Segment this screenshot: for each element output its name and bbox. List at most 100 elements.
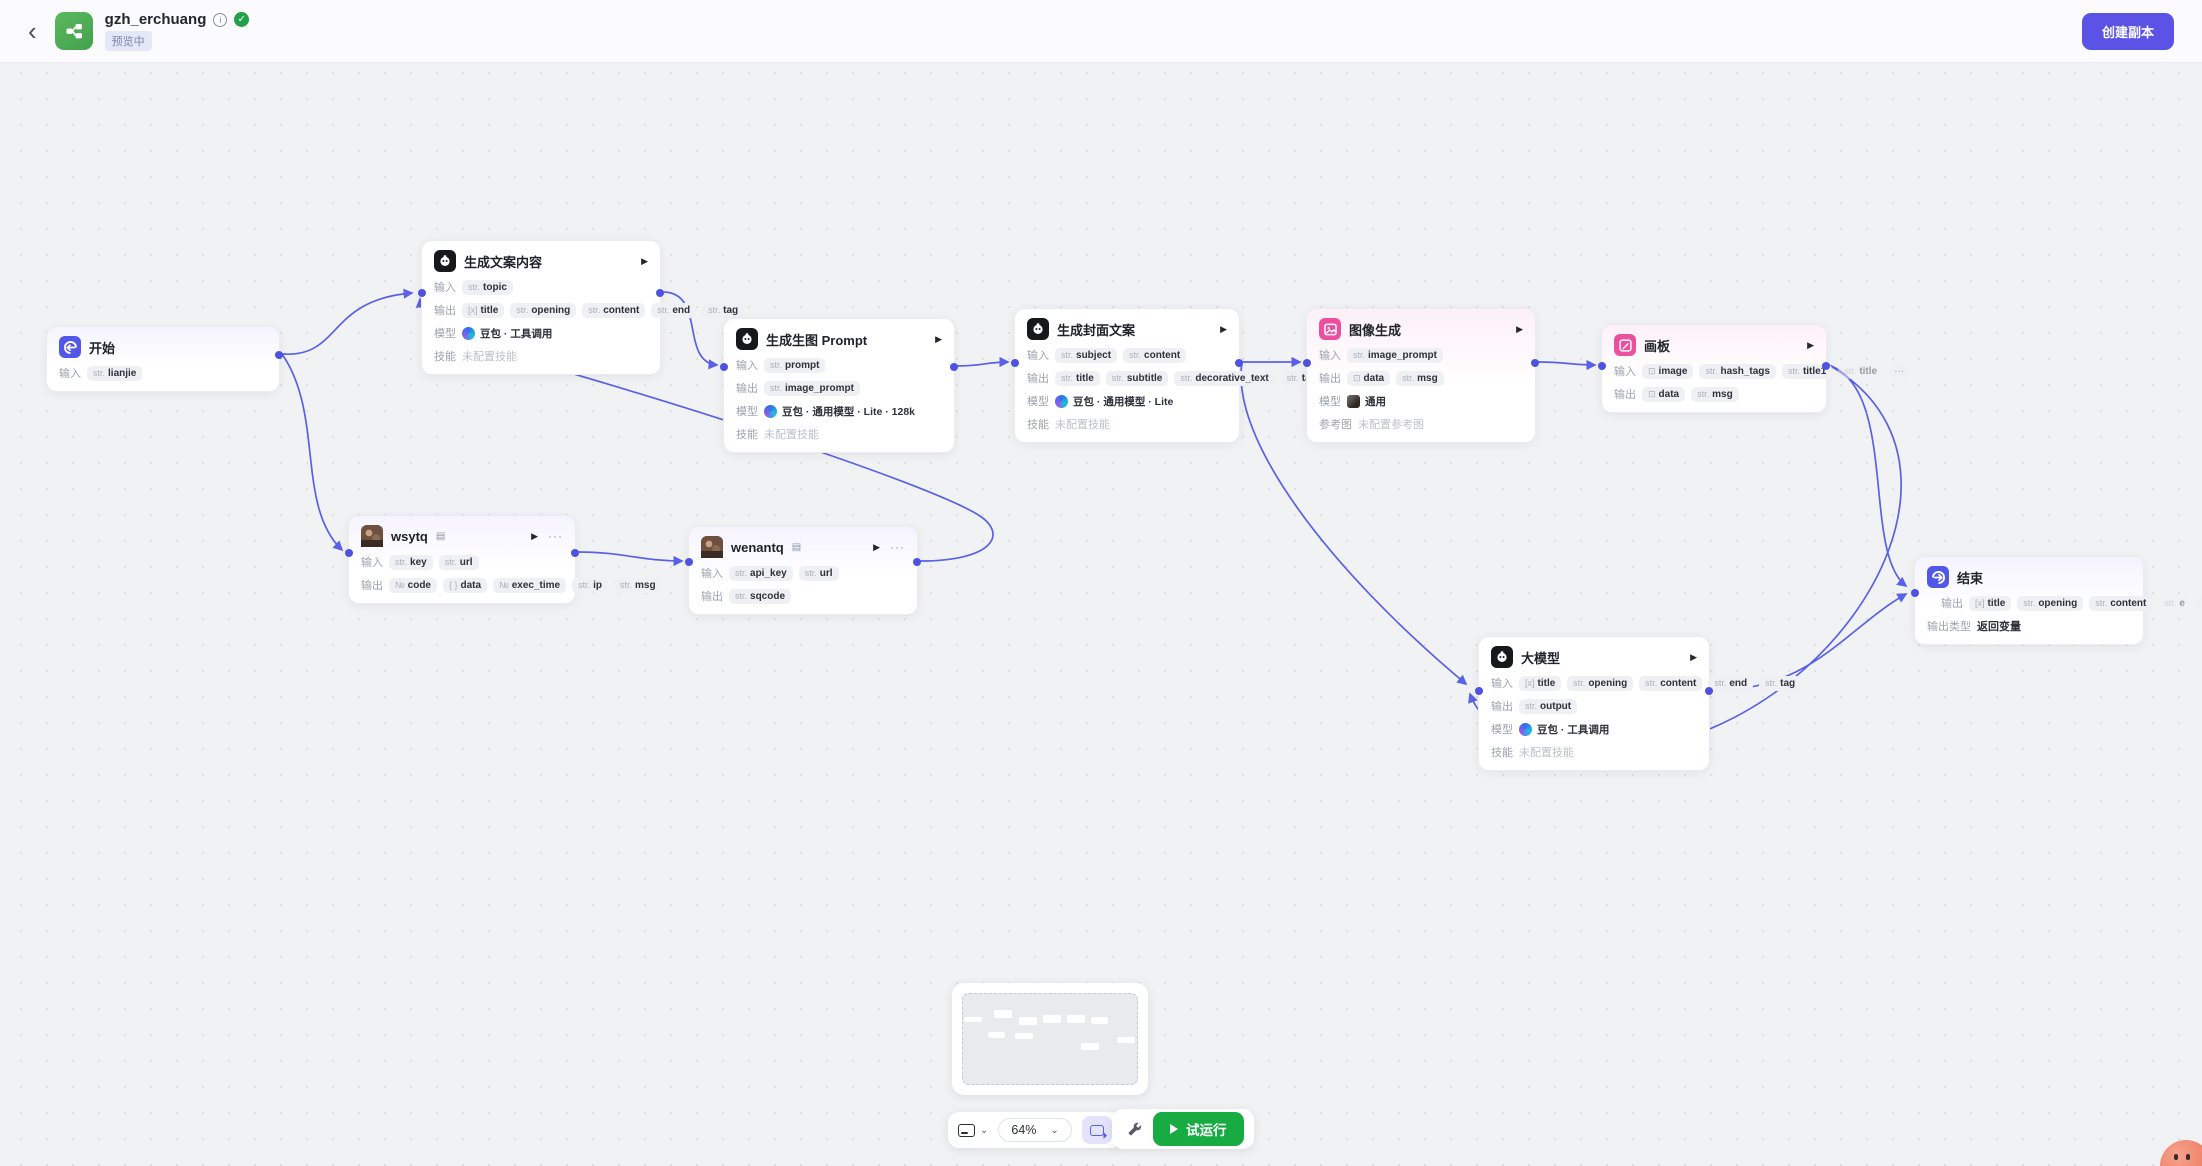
input-port[interactable]	[1911, 589, 1919, 597]
row-label: 输出	[736, 380, 758, 396]
create-copy-button[interactable]: 创建副本	[2082, 13, 2174, 50]
run-button[interactable]: 试运行	[1153, 1112, 1244, 1146]
param-tag-msg: str.msg	[1396, 371, 1444, 386]
input-port[interactable]	[685, 558, 693, 566]
minimap-node	[1081, 1043, 1099, 1050]
plugin-badge-icon: ▤	[792, 542, 801, 553]
node-menu-button[interactable]: ···	[548, 529, 563, 543]
node-header: wenantq▤▶···	[701, 536, 905, 558]
node-run-button[interactable]: ▶	[1690, 652, 1697, 663]
edge-imgprompt-to-cover[interactable]	[957, 362, 1008, 366]
tools-button[interactable]	[1126, 1121, 1143, 1138]
node-run-button[interactable]: ▶	[873, 542, 880, 553]
type-icon: ⊡	[1353, 373, 1361, 384]
node-row: 模型豆包 · 工具调用	[434, 325, 648, 341]
node-copywriting[interactable]: 生成文案内容▶输入str.topic输出[x]titlestr.openings…	[421, 240, 661, 375]
input-port[interactable]	[1598, 362, 1606, 370]
edge-start-to-copywriting[interactable]	[282, 293, 412, 354]
row-label: 模型	[736, 403, 758, 419]
output-port[interactable]	[275, 351, 283, 359]
output-port[interactable]	[913, 558, 921, 566]
workflow-app-icon	[55, 12, 93, 50]
param-name: lianjie	[108, 368, 136, 379]
param-name: title	[1076, 373, 1094, 384]
node-wenantq[interactable]: wenantq▤▶···输入str.api_keystr.url输出str.sq…	[688, 526, 918, 615]
node-menu-button[interactable]: ···	[890, 540, 905, 554]
node-run-button[interactable]: ▶	[1516, 324, 1523, 335]
view-toolbar: ⌄ 64% ⌄	[948, 1112, 1122, 1148]
node-header: wsytq▤▶···	[361, 525, 563, 547]
param-name: msg	[1417, 373, 1438, 384]
param-name: output	[1540, 701, 1571, 712]
node-board[interactable]: 画板▶输入⊡imagestr.hash_tagsstr.title1str.ti…	[1601, 324, 1827, 413]
node-run-button[interactable]: ▶	[1807, 340, 1814, 351]
input-port[interactable]	[345, 549, 353, 557]
node-run-button[interactable]: ▶	[641, 256, 648, 267]
input-port[interactable]	[1011, 359, 1019, 367]
node-end[interactable]: 结束输出[x]titlestr.openingstr.contentstr.e·…	[1914, 556, 2144, 645]
param-name: decorative_text	[1195, 373, 1268, 384]
node-start[interactable]: 开始输入str.lianjie	[46, 326, 280, 392]
minimap-node	[1067, 1015, 1085, 1023]
output-port[interactable]	[1531, 359, 1539, 367]
info-icon[interactable]: i	[213, 13, 227, 27]
param-name: content	[1144, 350, 1180, 361]
node-row: 输出⊡datastr.msg	[1614, 386, 1814, 402]
input-port[interactable]	[1475, 687, 1483, 695]
type-icon: str.	[578, 580, 590, 590]
node-cover[interactable]: 生成封面文案▶输入str.subjectstr.content输出str.tit…	[1014, 308, 1240, 443]
node-run-button[interactable]: ▶	[1220, 324, 1227, 335]
param-name: image	[1659, 366, 1688, 377]
type-icon: str.	[620, 580, 632, 590]
row-label: 输出	[1941, 595, 1963, 611]
param-tag-content: str.content	[1123, 348, 1186, 363]
edge-imagegen-to-board[interactable]	[1538, 362, 1595, 365]
param-name: tag	[1780, 678, 1795, 689]
node-row: 模型豆包 · 工具调用	[1491, 721, 1697, 737]
node-imgprompt[interactable]: 生成生图 Prompt▶输入str.prompt输出str.image_prom…	[723, 318, 955, 453]
output-port[interactable]	[656, 289, 664, 297]
minimap-node	[1015, 1033, 1033, 1039]
param-name: msg	[1712, 389, 1733, 400]
param-tag-msg: str.msg	[614, 578, 662, 593]
input-port[interactable]	[720, 363, 728, 371]
output-port[interactable]	[1705, 687, 1713, 695]
edge-board-to-end[interactable]	[1829, 365, 1906, 586]
zoom-select[interactable]: 64% ⌄	[998, 1118, 1071, 1142]
more-params-button[interactable]: ···	[1889, 365, 1909, 378]
verified-check-icon: ✓	[234, 12, 249, 27]
more-params-button[interactable]: ···	[2197, 597, 2202, 610]
input-port[interactable]	[418, 289, 426, 297]
layout-select[interactable]: ⌄	[958, 1124, 988, 1137]
output-port[interactable]	[950, 363, 958, 371]
node-header: 画板▶	[1614, 334, 1814, 356]
output-port[interactable]	[571, 549, 579, 557]
row-label: 输出	[1027, 370, 1049, 386]
minimap-toggle-button[interactable]	[1082, 1116, 1112, 1144]
output-port[interactable]	[1822, 362, 1830, 370]
param-tag-title: str.title	[1055, 371, 1100, 386]
edge-wsytq-to-wenantq[interactable]	[578, 552, 682, 561]
edge-start-to-wsytq[interactable]	[282, 354, 342, 550]
node-llm[interactable]: 大模型▶输入[x]titlestr.openingstr.contentstr.…	[1478, 636, 1710, 771]
node-row: 输入str.keystr.url	[361, 554, 563, 570]
param-tag-e: str.e	[2158, 596, 2191, 611]
output-port[interactable]	[1235, 359, 1243, 367]
node-wsytq[interactable]: wsytq▤▶···输入str.keystr.url输出№code{ }data…	[348, 515, 576, 604]
node-row: 模型通用	[1319, 393, 1523, 409]
row-label: 输出	[1319, 370, 1341, 386]
node-row: 输入str.api_keystr.url	[701, 565, 905, 581]
node-imagegen[interactable]: 图像生成▶输入str.image_prompt输出⊡datastr.msg模型通…	[1306, 308, 1536, 443]
type-icon: str.	[1129, 350, 1141, 360]
node-row: 技能未配置技能	[736, 426, 942, 442]
node-run-button[interactable]: ▶	[531, 531, 538, 542]
param-name: e	[2179, 598, 2185, 609]
param-tag-api_key: str.api_key	[729, 566, 793, 581]
model-name: 豆包 · 通用模型 · Lite	[1073, 394, 1173, 409]
back-button[interactable]: ‹	[28, 18, 37, 44]
minimap-panel[interactable]	[952, 983, 1148, 1095]
type-icon: str.	[395, 557, 407, 567]
status-badge: 预览中	[105, 31, 152, 51]
input-port[interactable]	[1303, 359, 1311, 367]
node-run-button[interactable]: ▶	[935, 334, 942, 345]
